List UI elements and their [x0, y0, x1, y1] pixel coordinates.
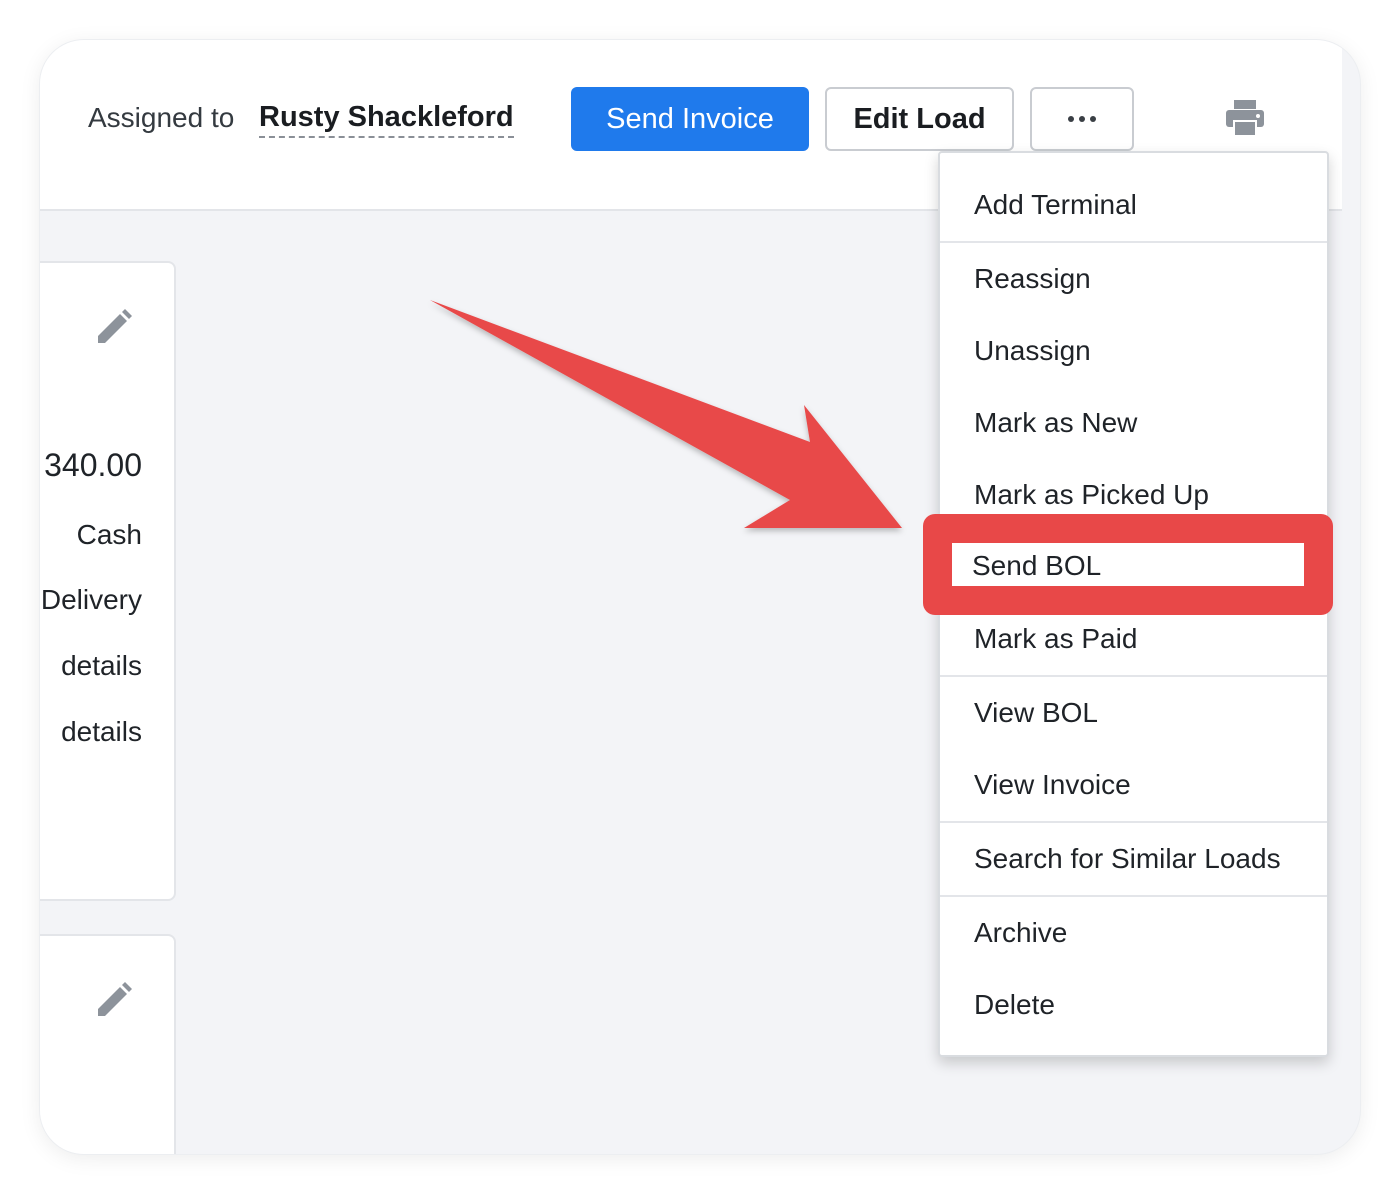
menu-item-mark-as-paid[interactable]: Mark as Paid [974, 622, 1137, 656]
secondary-card [40, 934, 176, 1154]
menu-item-mark-as-new[interactable]: Mark as New [974, 406, 1137, 440]
delivery-label: Delivery [40, 584, 142, 615]
menu-divider [940, 241, 1327, 243]
more-horizontal-icon [1068, 116, 1096, 122]
assignee-name[interactable]: Rusty Shackleford [259, 100, 514, 138]
menu-item-view-bol[interactable]: View BOL [974, 696, 1098, 730]
annotation-arrow [430, 300, 902, 528]
menu-item-delete[interactable]: Delete [974, 988, 1055, 1022]
pencil-icon[interactable] [94, 980, 134, 1020]
menu-item-view-invoice[interactable]: View Invoice [974, 768, 1131, 802]
edit-load-button[interactable]: Edit Load [825, 87, 1014, 151]
send-invoice-button[interactable]: Send Invoice [571, 87, 809, 151]
details-link-1[interactable]: details [40, 650, 142, 682]
menu-item-mark-as-picked-up[interactable]: Mark as Picked Up [974, 478, 1209, 512]
menu-divider [940, 821, 1327, 823]
assigned-to-label: Assigned to [88, 102, 235, 133]
printer-icon[interactable] [1224, 98, 1266, 138]
payment-method: Cash [76, 519, 142, 550]
menu-item-send-bol[interactable]: Send BOL [972, 549, 1101, 583]
menu-divider [940, 675, 1327, 677]
more-actions-button[interactable] [1030, 87, 1134, 151]
menu-item-reassign[interactable]: Reassign [974, 262, 1091, 296]
load-details-card: 340.00 Cash Delivery details details [40, 261, 176, 901]
menu-item-archive[interactable]: Archive [974, 916, 1067, 950]
menu-item-add-terminal[interactable]: Add Terminal [974, 188, 1137, 222]
load-amount: 340.00 [44, 447, 142, 483]
details-link-2[interactable]: details [40, 716, 142, 748]
menu-item-unassign[interactable]: Unassign [974, 334, 1091, 368]
menu-item-search-similar-loads[interactable]: Search for Similar Loads [974, 842, 1281, 876]
pencil-icon[interactable] [94, 307, 134, 347]
menu-divider [940, 895, 1327, 897]
